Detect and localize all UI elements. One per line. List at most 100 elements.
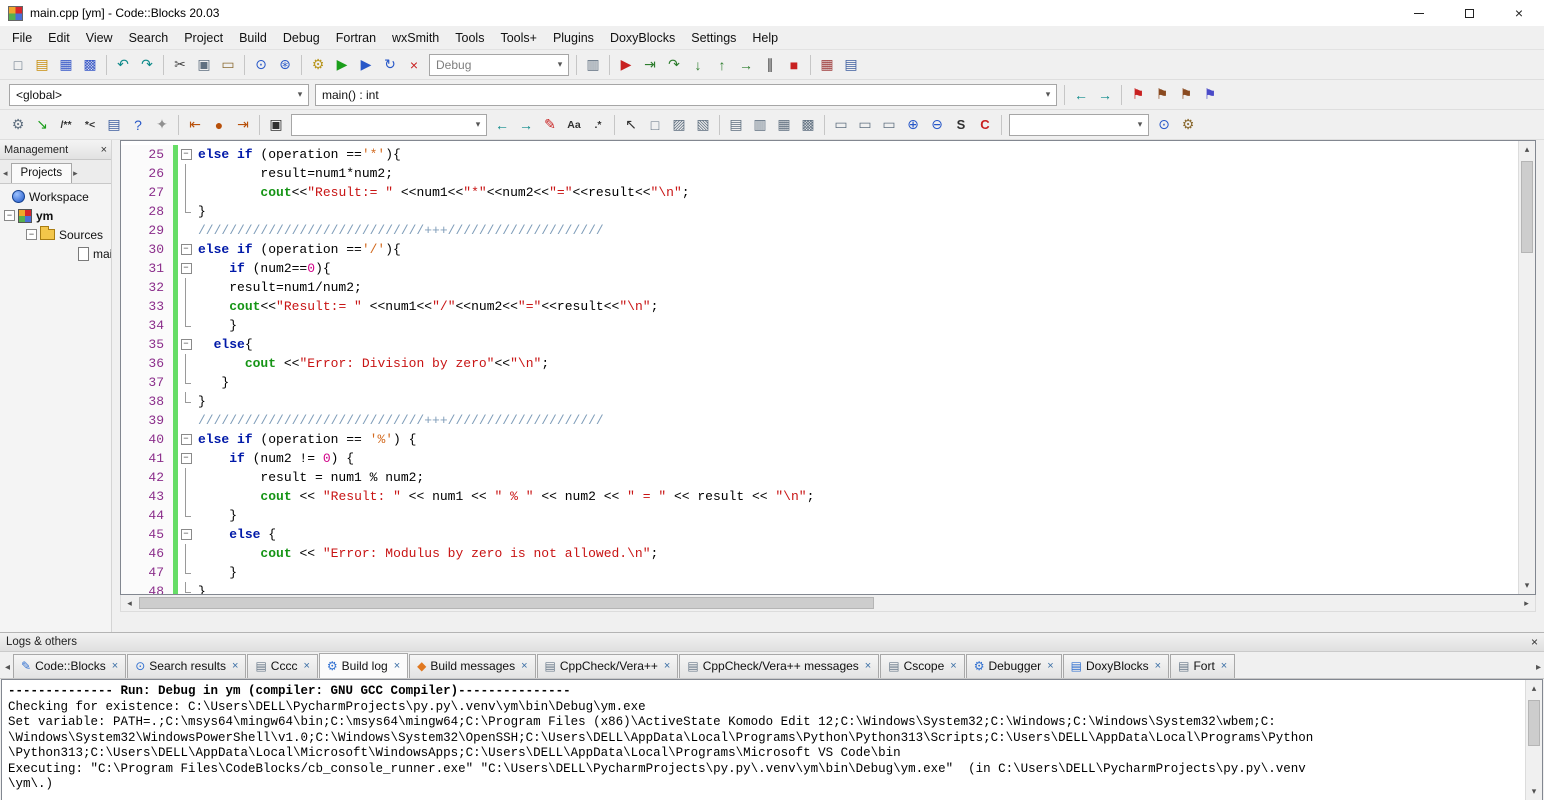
goto-forward-icon[interactable]: → bbox=[1094, 84, 1116, 106]
debug-continue-icon[interactable]: ▶ bbox=[615, 54, 637, 76]
panel-outline-icon[interactable]: ▭ bbox=[878, 114, 900, 136]
stop-debug-icon[interactable]: ■ bbox=[783, 54, 805, 76]
close-tab-icon[interactable]: × bbox=[394, 660, 400, 672]
code-line-39[interactable]: 39 /////////////////////////////+++//////… bbox=[121, 411, 1535, 430]
fold-toggle-icon[interactable]: − bbox=[178, 335, 194, 354]
tab-debugger[interactable]: ⚙ Debugger × bbox=[965, 654, 1062, 678]
prev-bookmark-icon[interactable]: ⚑ bbox=[1151, 84, 1173, 106]
doxyblocks-view-icon[interactable]: ↘ bbox=[31, 114, 53, 136]
tab-cccc[interactable]: ▤ Cccc × bbox=[247, 654, 318, 678]
cut-icon[interactable]: ✂ bbox=[169, 54, 191, 76]
close-button[interactable]: × bbox=[1494, 0, 1544, 26]
doxyblocks-config-icon[interactable]: ▤ bbox=[103, 114, 125, 136]
menu-tools[interactable]: Tools bbox=[447, 28, 492, 48]
clear-bookmarks-icon[interactable]: ⚑ bbox=[1199, 84, 1221, 106]
goto-back-icon[interactable]: ← bbox=[1070, 84, 1092, 106]
scrollbar-thumb[interactable] bbox=[1521, 161, 1533, 253]
close-tab-icon[interactable]: × bbox=[1221, 660, 1227, 672]
code-line-40[interactable]: 40− else if (operation == '%') { bbox=[121, 430, 1535, 449]
run-to-cursor-icon[interactable]: ⇥ bbox=[639, 54, 661, 76]
incsearch-input[interactable]: ▾ bbox=[291, 113, 487, 136]
code-line-38[interactable]: 38} bbox=[121, 392, 1535, 411]
step-into-icon[interactable]: ↓ bbox=[687, 54, 709, 76]
code-line-43[interactable]: 43 cout << "Result: " << num1 << " % " <… bbox=[121, 487, 1535, 506]
tab-build-log[interactable]: ⚙ Build log × bbox=[318, 653, 409, 678]
close-tab-icon[interactable]: × bbox=[303, 660, 309, 672]
code-line-45[interactable]: 45− else { bbox=[121, 525, 1535, 544]
tab-fort[interactable]: ▤ Fort × bbox=[1170, 654, 1236, 678]
scope-select[interactable]: <global> ▾ bbox=[9, 83, 309, 106]
fold-toggle-icon[interactable]: − bbox=[178, 449, 194, 468]
abort-icon[interactable]: × bbox=[403, 54, 425, 76]
run-icon[interactable]: ▶ bbox=[331, 54, 353, 76]
log-vertical-scrollbar[interactable]: ▴ ▾ bbox=[1525, 680, 1542, 800]
tab-doxyblocks[interactable]: ▤ DoxyBlocks × bbox=[1062, 654, 1170, 678]
code-line-27[interactable]: 27 cout<<"Result:= " <<num1<<"*"<<num2<<… bbox=[121, 183, 1535, 202]
text-justify-icon[interactable]: ▩ bbox=[797, 114, 819, 136]
scroll-down-icon[interactable]: ▾ bbox=[1526, 783, 1542, 800]
build-and-run-icon[interactable]: ▶ bbox=[355, 54, 377, 76]
match-case-icon[interactable]: Aa bbox=[563, 114, 585, 136]
widget-panel-icon[interactable]: ▧ bbox=[692, 114, 714, 136]
menu-search[interactable]: Search bbox=[121, 28, 177, 48]
open-file-icon[interactable]: ▤ bbox=[31, 54, 53, 76]
toggle-bookmark-icon[interactable]: ⚑ bbox=[1127, 84, 1149, 106]
save-all-icon[interactable]: ▩ bbox=[79, 54, 101, 76]
line-comment-icon[interactable]: *< bbox=[79, 114, 101, 136]
jump-icon[interactable]: ● bbox=[208, 114, 230, 136]
menu-doxyblocks[interactable]: DoxyBlocks bbox=[602, 28, 683, 48]
search-combo[interactable]: ▾ bbox=[1009, 113, 1149, 136]
code-line-48[interactable]: 48} bbox=[121, 582, 1535, 594]
fold-toggle-icon[interactable]: − bbox=[178, 525, 194, 544]
key-icon[interactable]: ✦ bbox=[151, 114, 173, 136]
logs-tabs-scroll-right-icon[interactable]: ▸ bbox=[1533, 662, 1544, 678]
code-line-33[interactable]: 33 cout<<"Result:= " <<num1<<"/"<<num2<<… bbox=[121, 297, 1535, 316]
collapse-icon[interactable]: − bbox=[26, 229, 37, 240]
classes-icon[interactable]: C bbox=[974, 114, 996, 136]
incsearch-icon[interactable]: ▣ bbox=[265, 114, 287, 136]
code-line-30[interactable]: 30− else if (operation =='/'){ bbox=[121, 240, 1535, 259]
code-line-46[interactable]: 46 cout << "Error: Modulus by zero is no… bbox=[121, 544, 1535, 563]
save-icon[interactable]: ▦ bbox=[55, 54, 77, 76]
build-icon[interactable]: ⚙ bbox=[307, 54, 329, 76]
close-logs-icon[interactable]: × bbox=[1531, 635, 1538, 649]
close-tab-icon[interactable]: × bbox=[950, 660, 956, 672]
menu-settings[interactable]: Settings bbox=[683, 28, 744, 48]
code-line-32[interactable]: 32 result=num1/num2; bbox=[121, 278, 1535, 297]
tab-cscope[interactable]: ▤ Cscope × bbox=[880, 654, 965, 678]
copy-icon[interactable]: ▣ bbox=[193, 54, 215, 76]
close-tab-icon[interactable]: × bbox=[1155, 660, 1161, 672]
text-right-icon[interactable]: ▦ bbox=[773, 114, 795, 136]
jump-forward-icon[interactable]: ⇥ bbox=[232, 114, 254, 136]
undo-icon[interactable]: ↶ bbox=[112, 54, 134, 76]
code-area[interactable]: ▴ ▾ 25− else if (operation =='*'){26 resu… bbox=[120, 140, 1536, 595]
tab-code-blocks[interactable]: ✎ Code::Blocks × bbox=[13, 654, 127, 678]
text-left-icon[interactable]: ▤ bbox=[725, 114, 747, 136]
code-line-34[interactable]: 34 } bbox=[121, 316, 1535, 335]
editor-vertical-scrollbar[interactable]: ▴ ▾ bbox=[1518, 141, 1535, 594]
minimize-button[interactable] bbox=[1394, 0, 1444, 26]
close-tab-icon[interactable]: × bbox=[1047, 660, 1053, 672]
scrollbar-thumb[interactable] bbox=[1528, 700, 1540, 746]
paste-icon[interactable]: ▭ bbox=[217, 54, 239, 76]
scroll-down-icon[interactable]: ▾ bbox=[1519, 577, 1535, 594]
tree-item-ym[interactable]: − ym bbox=[0, 206, 111, 225]
fold-toggle-icon[interactable]: − bbox=[178, 145, 194, 164]
menu-wxsmith[interactable]: wxSmith bbox=[384, 28, 447, 48]
next-instruction-icon[interactable]: → bbox=[735, 54, 757, 76]
text-center-icon[interactable]: ▥ bbox=[749, 114, 771, 136]
scroll-up-icon[interactable]: ▴ bbox=[1526, 680, 1542, 697]
zoom-out-icon[interactable]: ⊖ bbox=[926, 114, 948, 136]
menu-view[interactable]: View bbox=[78, 28, 121, 48]
chevron-down-icon[interactable]: ▾ bbox=[470, 119, 486, 130]
function-select[interactable]: main() : int ▾ bbox=[315, 83, 1057, 106]
redo-icon[interactable]: ↷ bbox=[136, 54, 158, 76]
menu-edit[interactable]: Edit bbox=[40, 28, 78, 48]
show-log-window-icon[interactable]: ▥ bbox=[582, 54, 604, 76]
tabs-scroll-right-icon[interactable]: ▸ bbox=[72, 168, 81, 183]
code-line-29[interactable]: 29 /////////////////////////////+++//////… bbox=[121, 221, 1535, 240]
fold-toggle-icon[interactable]: − bbox=[178, 259, 194, 278]
close-tab-icon[interactable]: × bbox=[865, 660, 871, 672]
chevron-down-icon[interactable]: ▾ bbox=[292, 89, 308, 100]
close-tab-icon[interactable]: × bbox=[521, 660, 527, 672]
